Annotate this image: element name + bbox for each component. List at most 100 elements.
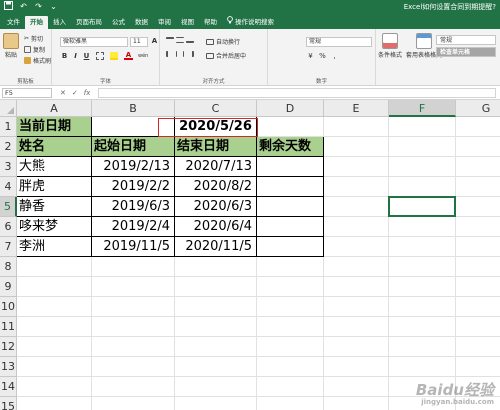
customize-icon[interactable]: ⌄	[49, 1, 58, 12]
cell-f4[interactable]	[389, 177, 456, 197]
cell-f10[interactable]	[389, 297, 456, 317]
start-date-cell[interactable]: 2019/11/5	[92, 237, 175, 257]
cut-button[interactable]: ✂ 剪切	[24, 34, 43, 43]
cell-g5[interactable]	[456, 197, 500, 217]
cell-e11[interactable]	[324, 317, 389, 337]
row-header-4[interactable]: 4	[0, 177, 17, 197]
cell-a15[interactable]	[17, 397, 92, 410]
name-cell[interactable]: 胖虎	[17, 177, 92, 197]
remaining-days-cell[interactable]	[257, 157, 324, 177]
end-date-cell[interactable]: 2020/6/3	[175, 197, 257, 217]
cell-d13[interactable]	[257, 357, 324, 377]
cell-e5[interactable]	[324, 197, 389, 217]
cell-e13[interactable]	[324, 357, 389, 377]
tab-page-layout[interactable]: 页面布局	[71, 16, 107, 29]
row-header-13[interactable]: 13	[0, 357, 17, 377]
cell-e2[interactable]	[324, 137, 389, 157]
row-header-11[interactable]: 11	[0, 317, 17, 337]
font-color-button[interactable]: A	[124, 50, 133, 60]
cell-g6[interactable]	[456, 217, 500, 237]
cell-f9[interactable]	[389, 277, 456, 297]
cell-g4[interactable]	[456, 177, 500, 197]
column-header-e[interactable]: E	[324, 100, 389, 117]
start-date-cell[interactable]: 2019/2/2	[92, 177, 175, 197]
row-header-5[interactable]: 5	[0, 197, 17, 217]
cell-g8[interactable]	[456, 257, 500, 277]
cell-d15[interactable]	[257, 397, 324, 410]
cell-g11[interactable]	[456, 317, 500, 337]
save-icon[interactable]	[4, 1, 13, 12]
start-date-cell[interactable]: 2019/2/4	[92, 217, 175, 237]
conditional-format-button[interactable]: 条件格式	[378, 33, 402, 59]
cell-d9[interactable]	[257, 277, 324, 297]
redo-icon[interactable]: ↷	[34, 1, 43, 12]
row-header-10[interactable]: 10	[0, 297, 17, 317]
cell-b14[interactable]	[92, 377, 175, 397]
cell-g12[interactable]	[456, 337, 500, 357]
cell-c8[interactable]	[175, 257, 257, 277]
remaining-days-cell[interactable]	[257, 237, 324, 257]
cell-d1[interactable]	[257, 117, 324, 137]
cell-c15[interactable]	[175, 397, 257, 410]
name-cell[interactable]: 静香	[17, 197, 92, 217]
fill-color-button[interactable]	[110, 52, 118, 60]
row-header-9[interactable]: 9	[0, 277, 17, 297]
merge-center-button[interactable]: 合并后居中	[206, 51, 246, 60]
tab-file[interactable]: 文件	[2, 16, 25, 29]
cell-e8[interactable]	[324, 257, 389, 277]
column-header-a[interactable]: A	[17, 100, 92, 117]
align-top-buttons[interactable]	[166, 37, 194, 43]
enter-icon[interactable]: ✓	[72, 88, 78, 98]
cell-e14[interactable]	[324, 377, 389, 397]
remaining-days-cell[interactable]	[257, 197, 324, 217]
start-date-cell[interactable]: 2019/6/3	[92, 197, 175, 217]
cell-b10[interactable]	[92, 297, 175, 317]
comma-button[interactable]: ,	[330, 51, 339, 61]
select-all-corner[interactable]	[0, 100, 17, 117]
end-date-cell[interactable]: 2020/6/4	[175, 217, 257, 237]
column-header-d[interactable]: D	[257, 100, 324, 117]
grow-font-button[interactable]: A	[150, 36, 159, 46]
tab-review[interactable]: 审阅	[153, 16, 176, 29]
phonetic-button[interactable]: wén	[138, 51, 148, 61]
remaining-days-cell[interactable]	[257, 217, 324, 237]
end-date-cell[interactable]: 2020/7/13	[175, 157, 257, 177]
cell-d12[interactable]	[257, 337, 324, 357]
name-cell[interactable]: 李洲	[17, 237, 92, 257]
cell-e7[interactable]	[324, 237, 389, 257]
row-header-15[interactable]: 15	[0, 397, 17, 410]
column-header-g[interactable]: G	[456, 100, 500, 117]
cell-c9[interactable]	[175, 277, 257, 297]
font-size-dropdown[interactable]: 11	[130, 37, 148, 47]
row-header-6[interactable]: 6	[0, 217, 17, 237]
header-cell-3[interactable]: 结束日期	[175, 137, 257, 157]
cell-f13[interactable]	[389, 357, 456, 377]
cell-c14[interactable]	[175, 377, 257, 397]
row-header-14[interactable]: 14	[0, 377, 17, 397]
cell-f2[interactable]	[389, 137, 456, 157]
cell-g9[interactable]	[456, 277, 500, 297]
style-normal[interactable]: 常规	[436, 35, 496, 45]
cell-f3[interactable]	[389, 157, 456, 177]
cell-c10[interactable]	[175, 297, 257, 317]
cell-b15[interactable]	[92, 397, 175, 410]
wrap-text-button[interactable]: 自动换行	[206, 37, 240, 46]
cell-f7[interactable]	[389, 237, 456, 257]
column-header-c[interactable]: C	[175, 100, 257, 117]
borders-button[interactable]	[96, 52, 104, 60]
cell-e10[interactable]	[324, 297, 389, 317]
underline-button[interactable]: U	[82, 51, 91, 61]
header-cell-4[interactable]: 剩余天数	[257, 137, 324, 157]
tab-insert[interactable]: 插入	[48, 16, 71, 29]
cell-a14[interactable]	[17, 377, 92, 397]
cell-b9[interactable]	[92, 277, 175, 297]
format-painter-button[interactable]: 格式刷	[24, 56, 51, 65]
font-name-dropdown[interactable]: 微软雅黑	[60, 37, 128, 47]
horizontal-align-buttons[interactable]	[166, 51, 194, 57]
italic-button[interactable]: I	[71, 51, 80, 61]
cell-b11[interactable]	[92, 317, 175, 337]
cell-d11[interactable]	[257, 317, 324, 337]
cell-c13[interactable]	[175, 357, 257, 377]
percent-button[interactable]: %	[318, 51, 327, 61]
header-cell-2[interactable]: 起始日期	[92, 137, 175, 157]
